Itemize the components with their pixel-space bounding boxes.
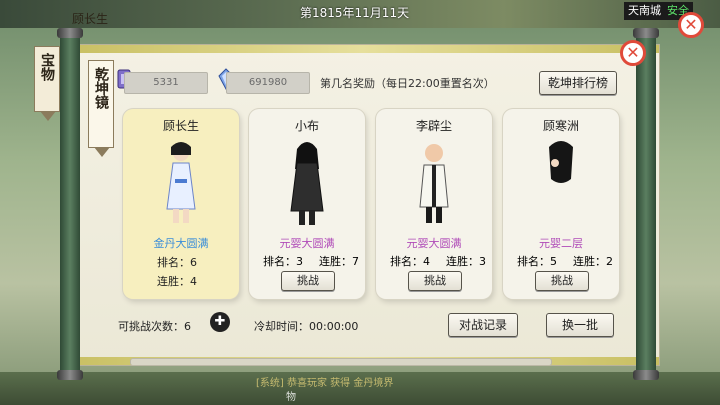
add-challenge-icon[interactable]: ✚	[210, 312, 230, 332]
player-name: 顾长生	[72, 12, 109, 26]
panel-close-icon[interactable]: ✕	[620, 40, 646, 66]
tab-mirror-label: 乾坤镜	[93, 67, 109, 109]
character-avatar	[419, 144, 449, 223]
opponent-name: 顾寒洲	[542, 119, 579, 133]
streak-label: 连胜：2	[573, 255, 613, 268]
scroll-pole-right	[633, 28, 659, 380]
tab-treasure[interactable]: 宝物	[34, 46, 60, 121]
streak-label: 连胜：7	[319, 255, 359, 268]
rank-board-button[interactable]: 乾坤排行榜	[539, 71, 617, 95]
opponent-card-4: 顾寒洲 元婴二层 排名：5 连胜：2 挑战	[503, 109, 619, 299]
close-icon[interactable]: ✕	[678, 12, 704, 38]
refresh-opponents-button[interactable]: 换一批	[546, 313, 614, 337]
challenge-button[interactable]: 挑战	[408, 271, 462, 291]
opponent-realm: 元婴大圆满	[279, 237, 335, 250]
rank-label: 排名：6	[157, 256, 197, 269]
opponent-name: 顾长生	[162, 119, 199, 133]
character-avatar	[549, 141, 573, 183]
rank-label: 排名：4	[390, 255, 430, 268]
scroll-bar[interactable]	[130, 358, 552, 366]
opponent-realm: 金丹大圆满	[153, 237, 209, 250]
streak-label: 连胜：4	[157, 275, 197, 288]
challenge-count: 可挑战次数：6	[118, 320, 191, 333]
battle-record-button[interactable]: 对战记录	[448, 313, 518, 337]
opponent-card-3: 李辟尘 元婴大圆满 排名：4 连胜：3 挑战	[376, 109, 492, 299]
cooldown-timer: 冷却时间：00:00:00	[254, 320, 359, 333]
tab-mirror[interactable]: 乾坤镜	[88, 60, 114, 157]
character-avatar	[290, 142, 324, 225]
opponent-name: 小布	[294, 119, 319, 133]
challenge-button[interactable]: 挑战	[535, 271, 589, 291]
character-avatar	[166, 142, 196, 223]
news-ticker: [系统] 恭喜玩家 获得 金丹境界	[256, 378, 394, 389]
news-ticker-2: 物	[286, 392, 296, 403]
opponent-card-2: 小布 元婴大圆满 排名：3 连胜：7 挑战	[249, 109, 365, 299]
opponent-realm: 元婴大圆满	[406, 237, 462, 250]
tab-treasure-label: 宝物	[39, 53, 55, 81]
reward-info: 第几名奖励（每日22:00重置名次）	[320, 77, 495, 90]
game-date: 第1815年11月11天	[300, 6, 410, 20]
streak-label: 连胜：3	[446, 255, 486, 268]
opponent-card-self: 顾长生 金丹大圆满 排名：6 连胜：4	[123, 109, 239, 299]
opponent-realm: 元婴二层	[539, 237, 583, 250]
opponent-name: 李辟尘	[415, 119, 452, 133]
currency-left: 5331	[124, 72, 208, 94]
scroll-pole-left	[57, 28, 83, 380]
currency-right: 691980	[226, 72, 310, 94]
rank-label: 排名：5	[517, 255, 557, 268]
rank-label: 排名：3	[263, 255, 303, 268]
challenge-button[interactable]: 挑战	[281, 271, 335, 291]
location-name: 天南城	[628, 4, 661, 17]
